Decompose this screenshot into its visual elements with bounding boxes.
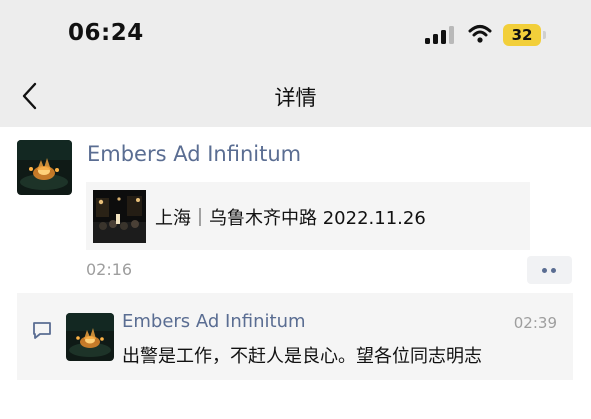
battery-tip <box>543 31 546 39</box>
more-dots-icon <box>542 268 547 273</box>
page-title: 详情 <box>274 86 317 110</box>
more-button[interactable] <box>527 256 572 284</box>
wifi-icon <box>468 25 492 43</box>
shared-link-card[interactable]: 上海｜乌鲁木齐中路 2022.11.26 <box>86 182 530 250</box>
cellular-signal-icon <box>425 26 457 44</box>
author-avatar[interactable] <box>17 140 72 195</box>
battery-icon: 32 <box>503 24 541 46</box>
comment-author-name[interactable]: Embers Ad Infinitum <box>122 311 306 332</box>
comment-time: 02:39 <box>513 314 557 332</box>
comment-icon <box>33 322 51 339</box>
link-title: 上海｜乌鲁木齐中路 2022.11.26 <box>155 208 426 229</box>
comment-text: 出警是工作，不赶人是良心。望各位同志明志 <box>122 346 482 367</box>
link-thumbnail <box>93 190 146 243</box>
comment-author-avatar[interactable] <box>66 313 114 361</box>
status-bar-time: 06:24 <box>68 20 144 46</box>
post-time: 02:16 <box>86 260 133 279</box>
post-author-name[interactable]: Embers Ad Infinitum <box>87 142 301 166</box>
battery-level: 32 <box>511 26 533 44</box>
